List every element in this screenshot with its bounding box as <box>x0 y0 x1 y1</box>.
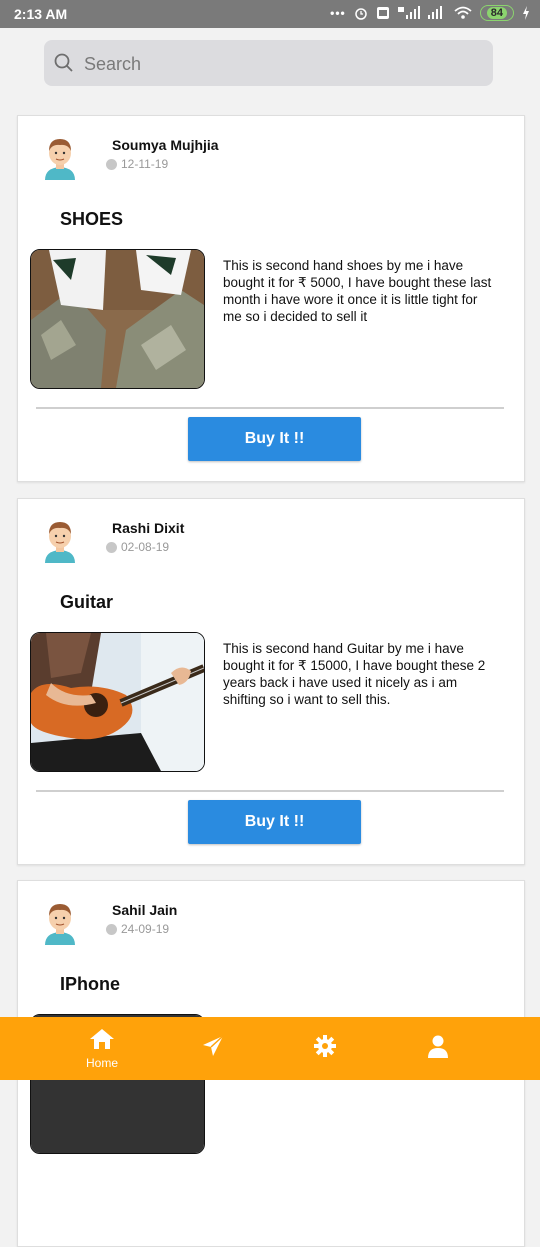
item-photo[interactable] <box>30 249 205 389</box>
post-date: 12-11-19 <box>106 157 168 171</box>
nav-home[interactable]: Home <box>62 1017 142 1080</box>
signal-4g-icon <box>397 6 420 20</box>
signal-icon <box>427 6 446 20</box>
item-title: Guitar <box>60 592 114 612</box>
item-title: SHOES <box>60 209 124 229</box>
avatar <box>43 901 77 945</box>
wifi-icon <box>454 6 472 20</box>
date-text: 24-09-19 <box>121 922 170 936</box>
gear-icon <box>313 1034 337 1063</box>
clock-icon <box>106 923 117 935</box>
bottom-navigation: Home <box>0 1017 540 1080</box>
item-description: This is second hand Guitar by me i have … <box>223 641 486 707</box>
status-time: 2:13 AM <box>14 6 68 22</box>
send-icon <box>201 1034 225 1063</box>
more-notifications-icon: ••• <box>330 6 346 20</box>
item-title: IPhone <box>60 974 121 994</box>
date-text: 02-08-19 <box>121 540 170 554</box>
nav-profile[interactable] <box>398 1017 478 1080</box>
person-icon <box>427 1034 449 1063</box>
clock-icon <box>106 541 117 553</box>
home-icon <box>89 1028 115 1055</box>
post-date: 24-09-19 <box>106 922 169 936</box>
nav-home-label: Home <box>85 1055 118 1070</box>
avatar <box>43 136 77 180</box>
avatar <box>43 519 77 563</box>
battery-indicator: 84 <box>479 5 514 21</box>
search-icon <box>54 53 74 78</box>
clock-icon <box>106 158 117 170</box>
search-bar[interactable] <box>44 40 493 86</box>
date-text: 12-11-19 <box>121 157 169 171</box>
status-icons: ••• 84 <box>330 5 530 21</box>
search-input[interactable] <box>82 52 476 76</box>
buy-button[interactable]: Buy It !! <box>188 800 361 844</box>
alarm-icon <box>354 6 368 20</box>
post-card: Rashi Dixit 02-08-19 Guitar This is seco… <box>17 498 525 865</box>
post-card: Soumya Mujhjia 12-11-19 SHOES This is se… <box>17 115 525 482</box>
charging-icon <box>522 6 530 20</box>
nav-send[interactable] <box>173 1017 253 1080</box>
divider <box>36 790 504 792</box>
item-description: This is second hand shoes by me i have b… <box>223 258 492 324</box>
status-bar: 2:13 AM ••• 84 <box>0 0 540 28</box>
nav-settings[interactable] <box>285 1017 365 1080</box>
volte-icon <box>376 6 390 20</box>
item-photo[interactable] <box>30 632 205 772</box>
user-name: Sahil Jain <box>112 902 178 918</box>
buy-button[interactable]: Buy It !! <box>188 417 361 461</box>
user-name: Soumya Mujhjia <box>112 137 219 153</box>
divider <box>36 407 504 409</box>
user-name: Rashi Dixit <box>112 520 185 536</box>
post-date: 02-08-19 <box>106 540 169 554</box>
